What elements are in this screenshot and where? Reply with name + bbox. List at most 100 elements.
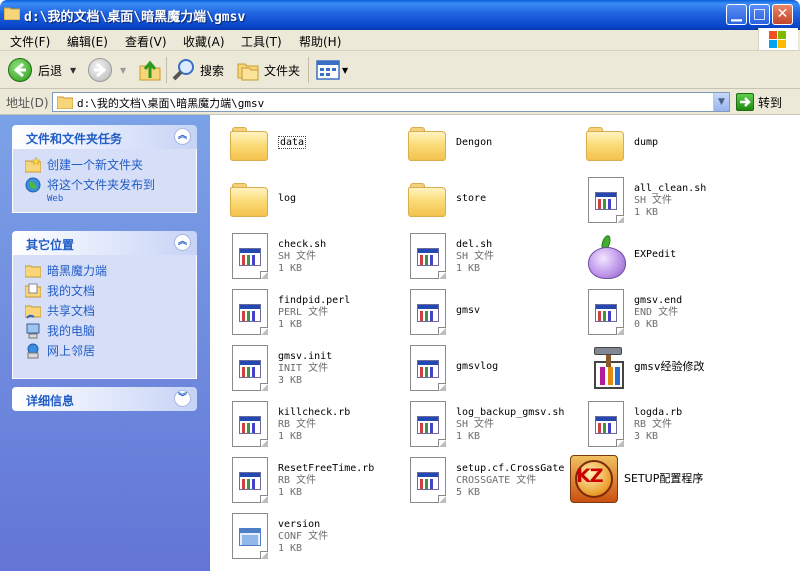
other-places-panel: 其它位置 ︽ 暗黑魔力端 我的文档 共享文档 我的电脑 网上邻居 (12, 231, 197, 379)
menu-edit[interactable]: 编辑(E) (67, 33, 108, 50)
collapse-chevron-icon[interactable]: ︽ (174, 128, 191, 145)
file-tasks-header[interactable]: 文件和文件夹任务 ︽ (12, 125, 197, 149)
task-publish-web-label: 将这个文件夹发布到 (47, 178, 156, 192)
file-size: 3 KB (278, 375, 303, 386)
search-icon (172, 59, 194, 81)
file-item-data[interactable]: data (220, 121, 398, 173)
file-item-dengon[interactable]: Dengon (398, 121, 576, 173)
file-item-gmsv[interactable]: gmsv (398, 289, 576, 341)
place-my-documents-label: 我的文档 (47, 284, 96, 298)
file-item-setup-cf[interactable]: setup.cf.CrossGate CROSSGATE 文件 5 KB (398, 457, 576, 509)
other-places-header[interactable]: 其它位置 ︽ (12, 231, 197, 255)
menu-tools[interactable]: 工具(T) (241, 33, 282, 50)
address-value: d:\我的文档\桌面\暗黑魔力端\gmsv (77, 97, 265, 110)
close-button[interactable]: ✕ (772, 4, 793, 25)
file-item-log[interactable]: log (220, 177, 398, 229)
up-folder-icon (139, 60, 161, 81)
file-item-findpid[interactable]: findpid.perl PERL 文件 1 KB (220, 289, 398, 341)
file-name: dump (634, 137, 659, 148)
file-size: 1 KB (278, 487, 303, 498)
menu-help[interactable]: 帮助(H) (299, 33, 341, 50)
back-label: 后退 (38, 63, 63, 78)
title-bar[interactable]: d:\我的文档\桌面\暗黑魔力端\gmsv ▁ □ ✕ (0, 0, 800, 30)
address-dropdown-icon[interactable]: ▼ (713, 93, 729, 111)
folder-icon (408, 127, 446, 161)
place-my-computer[interactable]: 我的电脑 (25, 321, 196, 341)
go-arrow-icon (736, 93, 754, 111)
folder-icon (230, 183, 268, 217)
folders-button[interactable]: 文件夹 (236, 57, 300, 83)
file-item-del[interactable]: del.sh SH 文件 1 KB (398, 233, 576, 285)
folder-icon (3, 6, 21, 21)
close-icon: ✕ (776, 6, 789, 22)
folders-icon (237, 63, 259, 81)
expand-chevron-icon[interactable]: ︾ (174, 390, 191, 407)
file-item-check[interactable]: check.sh SH 文件 1 KB (220, 233, 398, 285)
place-network[interactable]: 网上邻居 (25, 341, 196, 361)
file-icon (410, 233, 446, 279)
file-icon (410, 401, 446, 447)
address-bar: 地址(D) d:\我的文档\桌面\暗黑魔力端\gmsv ▼ 转到 (0, 89, 800, 115)
file-item-setup-program[interactable]: KZ SETUP配置程序 (570, 455, 748, 507)
file-item-gmsv-end[interactable]: gmsv.end END 文件 0 KB (576, 289, 754, 341)
file-size: 1 KB (278, 319, 303, 330)
address-label: 地址(D) (6, 96, 49, 110)
address-input[interactable]: d:\我的文档\桌面\暗黑魔力端\gmsv ▼ (52, 92, 730, 112)
go-button[interactable]: 转到 (736, 93, 782, 111)
file-icon (588, 177, 624, 223)
file-item-gmsv-init[interactable]: gmsv.init INIT 文件 3 KB (220, 345, 398, 397)
up-folder-button[interactable] (138, 57, 162, 83)
file-name: findpid.perl (278, 295, 351, 306)
file-type: END 文件 (634, 307, 679, 318)
file-type: CONF 文件 (278, 531, 329, 542)
file-icon (232, 457, 268, 503)
tool-app-icon (588, 347, 628, 391)
file-item-version[interactable]: version CONF 文件 1 KB (220, 513, 398, 565)
views-button[interactable]: ▼ (316, 57, 348, 83)
file-tasks-panel: 文件和文件夹任务 ︽ 创建一个新文件夹 将这个文件夹发布到 Web (12, 125, 197, 213)
menu-file[interactable]: 文件(F) (10, 33, 50, 50)
search-button[interactable]: 搜索 (172, 57, 224, 83)
file-item-gmsvlog[interactable]: gmsvlog (398, 345, 576, 397)
onion-icon (584, 234, 628, 281)
file-type: SH 文件 (456, 419, 495, 430)
forward-button[interactable]: ▼ (88, 57, 126, 83)
back-dropdown-icon[interactable]: ▼ (70, 66, 76, 75)
file-item-logda[interactable]: logda.rb RB 文件 3 KB (576, 401, 754, 453)
file-item-dump[interactable]: dump (576, 121, 754, 173)
shared-documents-icon (24, 303, 42, 319)
file-name: all_clean.sh (634, 183, 707, 194)
folder-icon (230, 127, 268, 161)
place-shared-documents[interactable]: 共享文档 (24, 301, 196, 321)
task-publish-web[interactable]: 将这个文件夹发布到 Web (25, 175, 196, 204)
file-item-gmsv-exp-tool[interactable]: gmsv经验修改 (576, 345, 754, 397)
place-parent-folder[interactable]: 暗黑魔力端 (24, 261, 196, 281)
menu-view[interactable]: 查看(V) (125, 33, 167, 50)
file-size: 1 KB (634, 207, 659, 218)
forward-dropdown-icon: ▼ (120, 65, 127, 75)
file-icon (588, 401, 624, 447)
details-panel: 详细信息 ︾ (12, 387, 197, 411)
menu-favorites[interactable]: 收藏(A) (183, 33, 225, 50)
file-item-store[interactable]: store (398, 177, 576, 229)
file-item-resetfreetime[interactable]: ResetFreeTime.rb RB 文件 1 KB (220, 457, 398, 509)
file-item-all-clean[interactable]: all_clean.sh SH 文件 1 KB (576, 177, 754, 229)
place-parent-folder-label: 暗黑魔力端 (47, 264, 108, 278)
collapse-chevron-icon[interactable]: ︽ (174, 234, 191, 251)
file-type: CROSSGATE 文件 (456, 475, 537, 486)
minimize-button[interactable]: ▁ (726, 4, 747, 25)
file-item-expedit[interactable]: EXPedit (576, 233, 754, 285)
maximize-button[interactable]: □ (749, 4, 770, 25)
place-my-documents[interactable]: 我的文档 (24, 281, 196, 301)
file-size: 1 KB (278, 543, 303, 554)
file-name: EXPedit (634, 249, 677, 260)
file-item-log-backup[interactable]: log_backup_gmsv.sh SH 文件 1 KB (398, 401, 576, 453)
file-item-killcheck[interactable]: killcheck.rb RB 文件 1 KB (220, 401, 398, 453)
details-header[interactable]: 详细信息 ︾ (12, 387, 197, 411)
back-button[interactable]: 后退 ▼ (8, 57, 76, 83)
search-label: 搜索 (200, 63, 225, 78)
file-name: gmsv (456, 305, 481, 316)
window-title: d:\我的文档\桌面\暗黑魔力端\gmsv (24, 10, 246, 25)
file-icon (588, 289, 624, 335)
task-new-folder[interactable]: 创建一个新文件夹 (24, 155, 196, 175)
